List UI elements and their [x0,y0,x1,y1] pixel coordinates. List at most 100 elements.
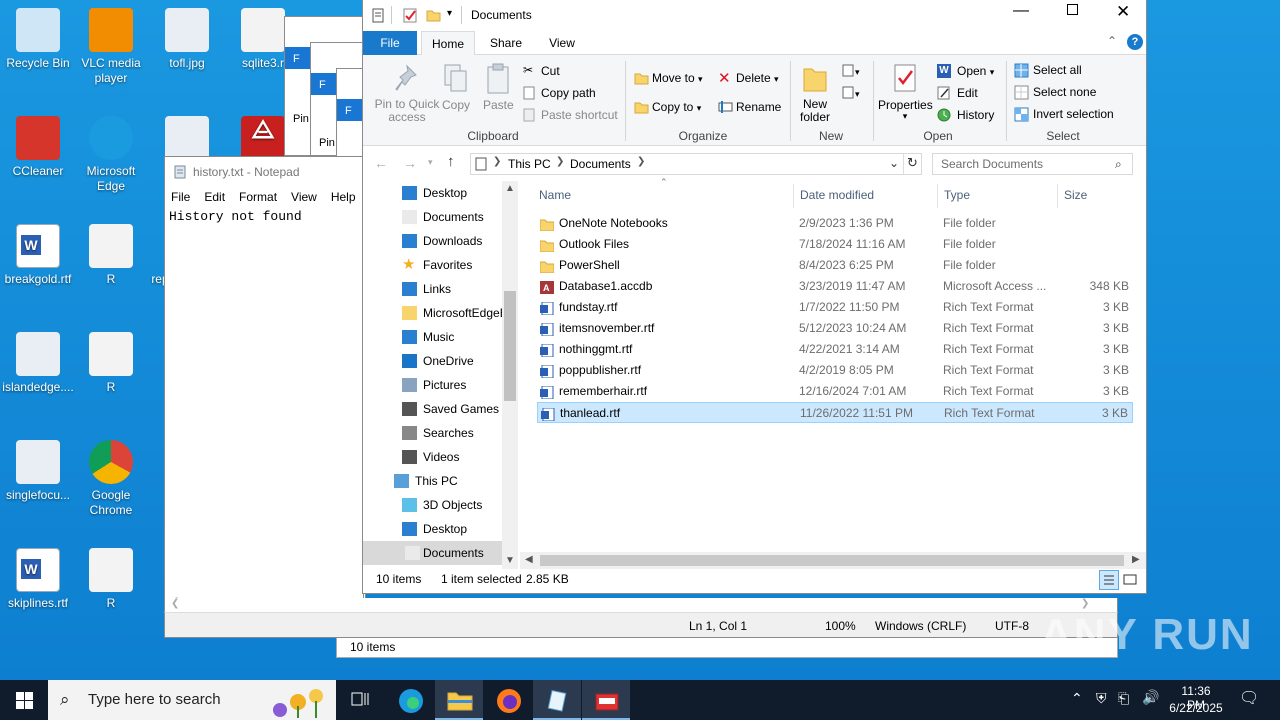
nav-item[interactable]: Downloads [398,229,504,253]
notepad-titlebar[interactable]: history.txt - Notepad [165,157,363,187]
explorer-titlebar[interactable]: ▾ Documents — ✕ [363,0,1146,31]
file-list-hscrollbar-thumb[interactable] [540,555,1124,566]
history-button[interactable]: History [937,108,994,122]
close-icon[interactable]: ✕ [1116,2,1130,22]
delete-button[interactable]: ✕ Delete ▾ [718,70,779,87]
menu-edit[interactable]: Edit [204,187,225,207]
easy-access-icon[interactable]: ▾ [841,85,863,101]
recent-locations-icon[interactable]: ▾ [428,157,433,168]
desktop-icon-item[interactable]: CCleaner [0,116,76,179]
taskbar-edge-button[interactable] [386,680,434,720]
file-row[interactable]: nothinggmt.rtf 4/22/2021 3:14 AM Rich Text… [537,339,1133,360]
column-header-type[interactable]: Type [944,186,970,206]
desktop-icon-item[interactable]: R [73,332,149,395]
file-row[interactable]: OneNote Notebooks 2/9/2023 1:36 PM File fo… [537,213,1133,234]
nav-item[interactable]: 3D Objects [398,493,504,517]
nav-item[interactable]: Desktop [398,517,504,541]
file-row[interactable]: rememberhair.rtf 12/16/2024 7:01 AM Rich T… [537,381,1133,402]
column-header-name[interactable]: Name [539,186,571,206]
taskbar-search-box[interactable]: ⌕ Type here to search [48,680,336,720]
file-row[interactable]: fundstay.rtf 1/7/2022 11:50 PM Rich Text F… [537,297,1133,318]
details-view-icon[interactable] [1099,570,1119,590]
scroll-left-icon[interactable]: ❮ [171,598,179,609]
paste-button[interactable]: Paste [483,63,514,112]
notifications-icon[interactable]: 🗨 [1239,688,1259,708]
desktop-icon-item[interactable]: islandedge.... [0,332,76,395]
quick-access-dropdown-icon[interactable]: ▾ [447,8,452,19]
breadcrumb-documents[interactable]: Documents [570,157,631,171]
file-row[interactable]: itemsnovember.rtf 5/12/2023 10:24 AM Rich … [537,318,1133,339]
menu-file[interactable]: File [171,187,190,207]
file-row[interactable]: Outlook Files 7/18/2024 11:16 AM File fold… [537,234,1133,255]
nav-item[interactable]: Desktop [398,181,504,205]
tab-file[interactable]: File [363,31,417,55]
address-dropdown-icon[interactable]: ⌄ [889,156,899,170]
nav-item[interactable]: Searches [398,421,504,445]
invert-selection-button[interactable]: Invert selection [1014,107,1114,122]
new-item-icon[interactable]: ▾ [841,63,863,79]
file-row[interactable]: PowerShell 8/4/2023 6:25 PM File folder [537,255,1133,276]
desktop-icon-item[interactable]: R [73,224,149,287]
file-row[interactable]: poppublisher.rtf 4/2/2019 8:05 PM Rich Tex… [537,360,1133,381]
desktop-icon-item[interactable]: Recycle Bin [0,8,76,71]
nav-item[interactable]: Documents [398,205,504,229]
back-arrow-icon[interactable]: ← [374,155,388,171]
nav-scrollbar[interactable]: ▲ ▼ [502,181,518,569]
notepad-hscroll-track[interactable]: ❮ ❯ [164,598,1118,612]
search-box[interactable]: Search Documents ⌕ [932,153,1133,175]
file-row[interactable]: A Database1.accdb 3/23/2019 11:47 AM Micros… [537,276,1133,297]
refresh-icon[interactable]: ↻ [907,155,918,171]
edit-button[interactable]: Edit [937,86,978,100]
taskbar-notepad-button[interactable] [533,680,581,720]
breadcrumb-this-pc[interactable]: This PC [508,157,551,171]
paste-shortcut-button[interactable]: Paste shortcut [523,108,618,122]
copy-path-button[interactable]: Copy path [523,86,596,100]
up-arrow-icon[interactable]: ↑ [447,153,455,170]
show-hidden-icons[interactable]: ⌃ [1071,690,1083,707]
menu-view[interactable]: View [291,187,317,207]
taskbar-file-explorer-button[interactable] [435,680,483,720]
help-icon[interactable]: ? [1127,34,1143,50]
copy-button[interactable]: Copy [441,63,471,112]
notepad-text-area[interactable]: History not found [165,207,363,226]
nav-item[interactable]: ★ Favorites [398,253,504,277]
start-button[interactable] [0,680,48,720]
network-icon[interactable]: ⎗ [1118,690,1129,707]
nav-item[interactable]: Saved Games [398,397,504,421]
defender-icon[interactable]: ⛨ [1096,690,1107,707]
taskbar-app-button[interactable] [582,680,630,720]
file-list-hscrollbar[interactable]: ◀ ▶ [520,552,1146,569]
nav-scrollbar-thumb[interactable] [504,291,516,401]
open-button[interactable]: W Open ▾ [937,64,994,78]
move-to-button[interactable]: Move to ▾ [634,71,703,85]
file-row[interactable]: thanlead.rtf 11/26/2022 11:51 PM Rich Text… [537,402,1133,423]
task-view-button[interactable] [336,680,384,720]
maximize-icon[interactable] [1067,4,1078,15]
tab-view[interactable]: View [537,31,587,55]
desktop-icon-item[interactable]: tofl.jpg [149,8,225,71]
nav-item[interactable]: Music [398,325,504,349]
notepad-window[interactable]: history.txt - Notepad File Edit Format V… [164,156,364,638]
properties-quick-icon[interactable] [403,8,417,23]
desktop-icon-item[interactable]: R [73,548,149,611]
desktop-icon-item[interactable]: Microsoft Edge [73,116,149,194]
nav-item[interactable]: This PC [390,469,496,493]
desktop-icon-item[interactable]: Google Chrome [73,440,149,518]
nav-item[interactable]: OneDrive [398,349,504,373]
collapse-ribbon-icon[interactable]: ⌃ [1107,34,1117,48]
nav-item[interactable]: MicrosoftEdgeBackups [398,301,504,325]
select-none-button[interactable]: Select none [1014,85,1096,100]
nav-item[interactable]: Videos [398,445,504,469]
address-bar[interactable]: ❯ This PC ❯ Documents ❯ ⌄ ↻ [470,153,922,175]
pin-to-quick-access-button[interactable]: Pin to Quick access [369,63,445,124]
column-header-size[interactable]: Size [1064,186,1087,206]
menu-help[interactable]: Help [331,187,356,207]
select-all-button[interactable]: Select all [1014,63,1082,78]
nav-item[interactable]: Documents [363,541,503,565]
tab-share[interactable]: Share [481,31,531,55]
cut-button[interactable]: ✂ Cut [523,63,560,78]
nav-item[interactable]: Pictures [398,373,504,397]
desktop-icon-item[interactable]: Wbreakgold.rtf [0,224,76,287]
volume-icon[interactable]: 🔊 [1142,689,1159,706]
large-icons-view-icon[interactable] [1122,572,1138,588]
